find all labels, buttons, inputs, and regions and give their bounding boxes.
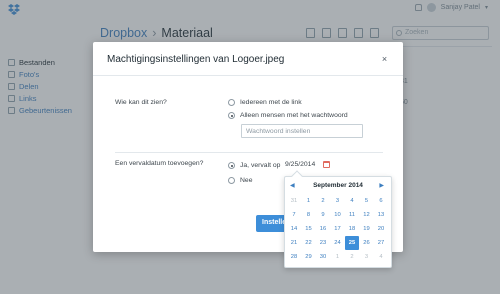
calendar-day[interactable]: 7 <box>287 208 301 222</box>
calendar-day[interactable]: 12 <box>360 208 374 222</box>
radio-button[interactable] <box>228 99 235 106</box>
calendar-day[interactable]: 9 <box>316 208 330 222</box>
radio-expiry-no[interactable]: Nee <box>228 177 252 184</box>
calendar-day[interactable]: 26 <box>360 236 374 250</box>
calendar-day[interactable]: 3 <box>331 194 345 208</box>
calendar-day[interactable]: 13 <box>374 208 388 222</box>
calendar-grid: 31 1 2 3 4 5 6 7 8 9 10 11 12 13 14 15 16 17 18 19 20 21 22 23 2… <box>287 194 391 264</box>
previous-month-icon[interactable]: ◀ <box>290 182 295 189</box>
divider <box>93 75 403 76</box>
calendar-day[interactable]: 14 <box>287 222 301 236</box>
divider <box>115 152 383 153</box>
radio-button[interactable] <box>228 177 235 184</box>
calendar-day[interactable]: 2 <box>345 250 359 264</box>
calendar-day[interactable]: 27 <box>374 236 388 250</box>
calendar-day[interactable]: 19 <box>360 222 374 236</box>
calendar-day[interactable]: 15 <box>302 222 316 236</box>
calendar-day-selected[interactable]: 25 <box>345 236 359 250</box>
calendar-day[interactable]: 11 <box>345 208 359 222</box>
calendar-day[interactable]: 17 <box>331 222 345 236</box>
radio-password-only[interactable]: Alleen mensen met het wachtwoord <box>228 112 348 119</box>
calendar-day[interactable]: 5 <box>360 194 374 208</box>
calendar-day[interactable]: 21 <box>287 236 301 250</box>
calendar-icon[interactable] <box>323 161 330 168</box>
calendar-day[interactable]: 2 <box>316 194 330 208</box>
date-picker: September 2014 ◀ ▶ 31 1 2 3 4 5 6 7 8 9 10 11 12 13 14… <box>284 170 392 268</box>
calendar-day[interactable]: 8 <box>302 208 316 222</box>
calendar-day[interactable]: 30 <box>316 250 330 264</box>
expiry-label: Een vervaldatum toevoegen? <box>115 160 204 167</box>
calendar-day[interactable]: 20 <box>374 222 388 236</box>
radio-label: Alleen mensen met het wachtwoord <box>240 112 348 119</box>
calendar-day[interactable]: 22 <box>302 236 316 250</box>
month-label: September 2014 <box>313 182 363 189</box>
calendar-day[interactable]: 29 <box>302 250 316 264</box>
radio-label: Ja, vervalt op <box>240 162 281 169</box>
radio-label: Iedereen met de link <box>240 99 302 106</box>
radio-anyone-with-link[interactable]: Iedereen met de link <box>228 99 302 106</box>
calendar-day[interactable]: 10 <box>331 208 345 222</box>
calendar-day[interactable]: 1 <box>331 250 345 264</box>
password-field[interactable]: Wachtwoord instellen <box>241 124 363 138</box>
calendar-day[interactable]: 4 <box>345 194 359 208</box>
radio-button[interactable] <box>228 162 235 169</box>
calendar-day[interactable]: 18 <box>345 222 359 236</box>
radio-expiry-yes[interactable]: Ja, vervalt op <box>228 162 280 169</box>
close-icon[interactable]: × <box>380 55 389 64</box>
calendar-day[interactable]: 28 <box>287 250 301 264</box>
calendar-day[interactable]: 16 <box>316 222 330 236</box>
radio-button[interactable] <box>228 112 235 119</box>
calendar-day[interactable]: 24 <box>331 236 345 250</box>
calendar-day[interactable]: 1 <box>302 194 316 208</box>
calendar-day[interactable]: 23 <box>316 236 330 250</box>
calendar-day[interactable]: 6 <box>374 194 388 208</box>
password-placeholder: Wachtwoord instellen <box>246 128 311 135</box>
radio-label: Nee <box>240 177 253 184</box>
who-can-see-label: Wie kan dit zien? <box>115 99 167 106</box>
calendar-day[interactable]: 4 <box>374 250 388 264</box>
calendar-day[interactable]: 31 <box>287 194 301 208</box>
calendar-day[interactable]: 3 <box>360 250 374 264</box>
dialog-title: Machtigingsinstellingen van Logoer.jpeg <box>107 54 285 65</box>
next-month-icon[interactable]: ▶ <box>379 182 384 189</box>
